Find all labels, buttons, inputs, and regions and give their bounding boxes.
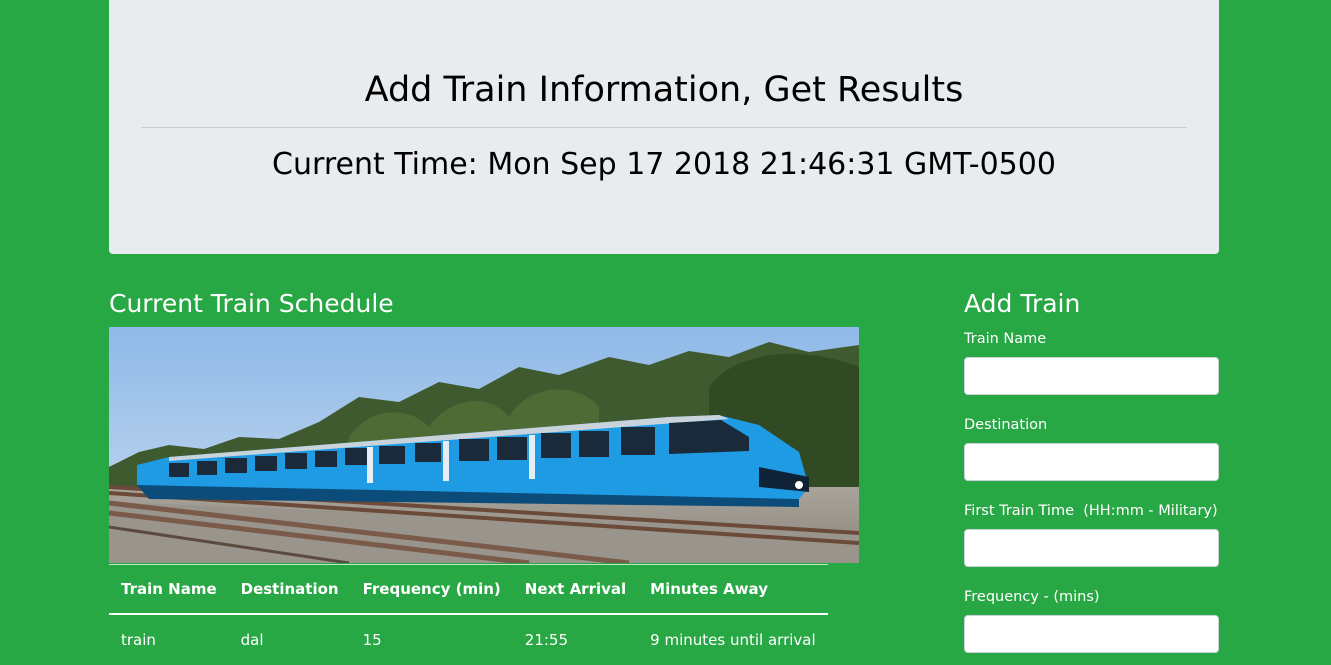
table-header-row: Train Name Destination Frequency (min) N… <box>109 564 828 615</box>
col-minutes-away: Minutes Away <box>638 564 828 615</box>
frequency-label: Frequency - (mins) <box>964 589 1100 605</box>
schedule-heading: Current Train Schedule <box>109 289 394 318</box>
frequency-input[interactable] <box>964 615 1219 653</box>
frequency-group: Frequency - (mins) <box>964 586 1219 653</box>
first-train-time-input[interactable] <box>964 529 1219 567</box>
first-train-time-group: First Train Time (HH:mm - Military) <box>964 500 1219 567</box>
header-divider <box>141 127 1187 128</box>
page-title: Add Train Information, Get Results <box>364 70 964 110</box>
train-name-group: Train Name <box>964 328 1219 395</box>
destination-input[interactable] <box>964 443 1219 481</box>
cell-train-name: train <box>121 631 156 649</box>
add-train-heading: Add Train <box>964 289 1081 318</box>
first-train-time-label: First Train Time (HH:mm - Military) <box>964 503 1218 519</box>
table-row: train dal 15 21:55 9 minutes until arriv… <box>109 614 828 665</box>
train-name-label: Train Name <box>964 331 1047 347</box>
cell-frequency: 15 <box>362 631 382 649</box>
train-name-input[interactable] <box>964 357 1219 395</box>
cell-destination: dal <box>240 631 264 649</box>
destination-label: Destination <box>964 417 1048 433</box>
schedule-table: Train Name Destination Frequency (min) N… <box>109 564 828 665</box>
current-time: Current Time: Mon Sep 17 2018 21:46:31 G… <box>272 147 1056 182</box>
cell-next-arrival: 21:55 <box>524 631 569 649</box>
col-destination: Destination <box>228 564 351 615</box>
col-next-arrival: Next Arrival <box>512 564 639 615</box>
col-train-name: Train Name <box>109 564 229 615</box>
header-jumbotron: Add Train Information, Get Results Curre… <box>109 0 1219 254</box>
destination-group: Destination <box>964 414 1219 481</box>
train-image <box>109 327 859 563</box>
col-frequency: Frequency (min) <box>350 564 513 615</box>
cell-minutes-away: 9 minutes until arrival <box>650 631 816 649</box>
